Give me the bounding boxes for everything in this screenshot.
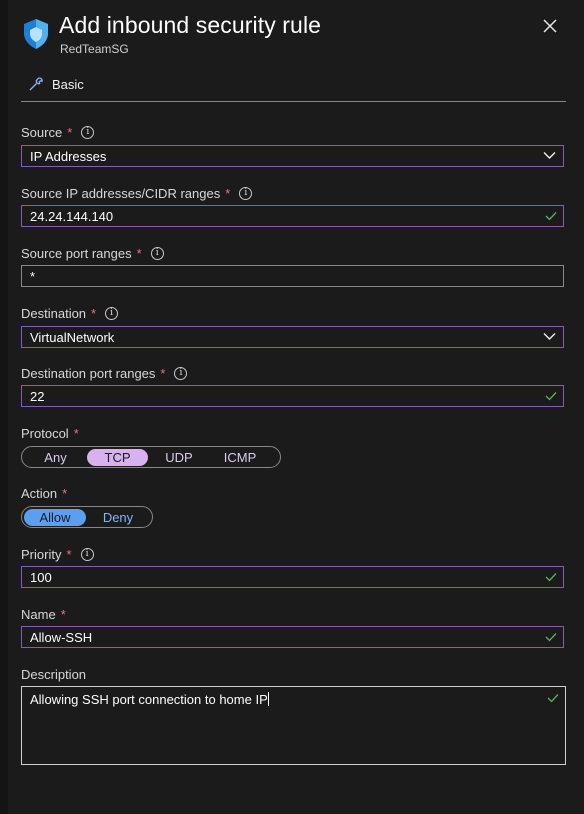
required-marker: * bbox=[160, 366, 166, 381]
checkmark-icon bbox=[545, 573, 557, 582]
source-value: IP Addresses bbox=[30, 148, 107, 164]
description-label-row: Description bbox=[21, 667, 86, 682]
dest-port-input[interactable]: 22 bbox=[21, 385, 564, 407]
protocol-option-tcp[interactable]: TCP bbox=[87, 448, 148, 466]
source-label: Source bbox=[21, 125, 63, 140]
inbound-rule-panel: Add inbound security rule RedTeamSG Basi… bbox=[8, 0, 584, 814]
priority-value: 100 bbox=[30, 569, 52, 585]
name-label-row: Name * bbox=[21, 607, 66, 622]
source-ip-input[interactable]: 24.24.144.140 bbox=[21, 205, 564, 227]
shield-icon bbox=[24, 19, 48, 49]
page-title: Add inbound security rule bbox=[59, 12, 322, 38]
required-marker: * bbox=[62, 486, 68, 501]
source-ip-label-row: Source IP addresses/CIDR ranges * i bbox=[21, 186, 253, 201]
priority-label: Priority bbox=[21, 547, 62, 562]
description-value: Allowing SSH port connection to home IP bbox=[30, 692, 268, 707]
tab-basic-label: Basic bbox=[52, 76, 84, 92]
protocol-option-icmp[interactable]: ICMP bbox=[210, 449, 270, 466]
protocol-option-udp[interactable]: UDP bbox=[148, 449, 210, 466]
close-icon[interactable] bbox=[540, 16, 560, 36]
protocol-label: Protocol bbox=[21, 426, 69, 441]
required-marker: * bbox=[67, 125, 73, 140]
source-port-label: Source port ranges bbox=[21, 246, 132, 261]
checkmark-icon bbox=[545, 633, 557, 642]
source-port-label-row: Source port ranges * i bbox=[21, 246, 164, 261]
info-icon[interactable]: i bbox=[80, 548, 94, 561]
destination-value: VirtualNetwork bbox=[30, 329, 115, 345]
info-icon[interactable]: i bbox=[105, 307, 119, 320]
required-marker: * bbox=[91, 306, 97, 321]
name-input[interactable]: Allow-SSH bbox=[21, 626, 564, 648]
checkmark-icon bbox=[547, 694, 559, 703]
text-caret bbox=[267, 692, 269, 706]
dest-port-label-row: Destination port ranges * i bbox=[21, 366, 188, 381]
destination-dropdown[interactable]: VirtualNetwork bbox=[21, 326, 564, 348]
info-icon[interactable]: i bbox=[239, 187, 253, 200]
protocol-label-row: Protocol * bbox=[21, 426, 79, 441]
protocol-option-any[interactable]: Any bbox=[24, 449, 87, 466]
info-icon[interactable]: i bbox=[81, 126, 95, 139]
source-ip-value: 24.24.144.140 bbox=[30, 208, 114, 224]
description-textarea[interactable]: Allowing SSH port connection to home IP bbox=[21, 686, 566, 765]
protocol-selector: Any TCP UDP ICMP bbox=[21, 446, 281, 468]
info-icon[interactable]: i bbox=[150, 247, 164, 260]
description-label: Description bbox=[21, 667, 87, 682]
page-subtitle: RedTeamSG bbox=[60, 42, 129, 56]
required-marker: * bbox=[136, 246, 142, 261]
info-icon[interactable]: i bbox=[174, 367, 188, 380]
chevron-down-icon bbox=[543, 152, 556, 159]
required-marker: * bbox=[60, 607, 66, 622]
tab-basic[interactable]: Basic bbox=[28, 76, 84, 92]
source-port-input[interactable]: * bbox=[21, 265, 564, 287]
left-edge-strip bbox=[0, 0, 8, 814]
destination-label: Destination bbox=[21, 306, 87, 321]
required-marker: * bbox=[225, 186, 231, 201]
priority-input[interactable]: 100 bbox=[21, 566, 564, 588]
dest-port-value: 22 bbox=[30, 388, 45, 404]
action-label-row: Action * bbox=[21, 486, 67, 501]
priority-label-row: Priority * i bbox=[21, 547, 94, 562]
source-label-row: Source * i bbox=[21, 125, 95, 140]
source-port-value: * bbox=[30, 268, 36, 284]
source-dropdown[interactable]: IP Addresses bbox=[21, 145, 564, 167]
action-label: Action bbox=[21, 486, 58, 501]
chevron-down-icon bbox=[543, 333, 556, 340]
name-value: Allow-SSH bbox=[30, 629, 93, 645]
required-marker: * bbox=[66, 547, 72, 562]
required-marker: * bbox=[73, 426, 79, 441]
action-option-allow[interactable]: Allow bbox=[24, 508, 86, 526]
checkmark-icon bbox=[545, 212, 557, 221]
checkmark-icon bbox=[545, 392, 557, 401]
action-option-deny[interactable]: Deny bbox=[86, 509, 150, 526]
tab-divider bbox=[21, 101, 566, 102]
wrench-icon bbox=[29, 77, 43, 91]
destination-label-row: Destination * i bbox=[21, 306, 119, 321]
action-selector: Allow Deny bbox=[21, 506, 153, 528]
dest-port-label: Destination port ranges bbox=[21, 366, 156, 381]
source-ip-label: Source IP addresses/CIDR ranges bbox=[21, 186, 221, 201]
name-label: Name bbox=[21, 607, 56, 622]
